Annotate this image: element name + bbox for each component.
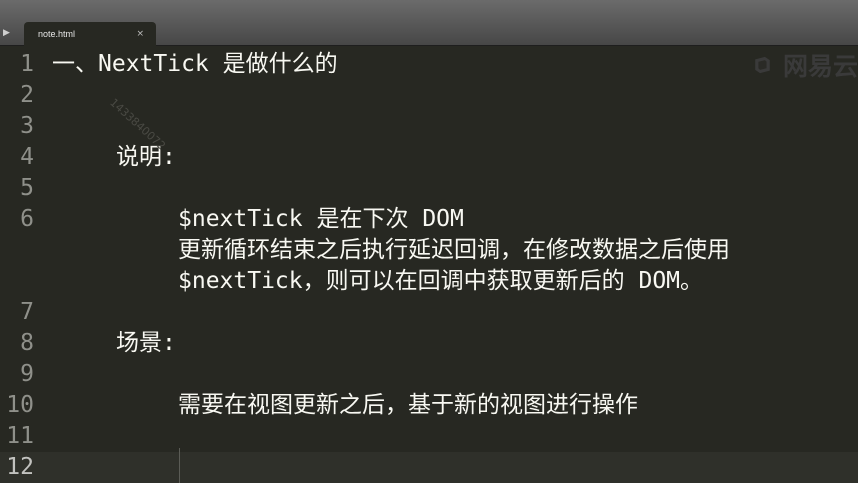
line-number: 9 [20, 361, 34, 387]
code-line-scenario: 场景: [116, 330, 176, 356]
line-number: 5 [20, 175, 34, 201]
tab-note-html[interactable]: note.html × [24, 22, 156, 46]
line-number: 10 [6, 392, 34, 418]
line-number: 8 [20, 330, 34, 356]
line-number: 6 [20, 206, 34, 232]
cloud-logo-icon [755, 56, 770, 74]
tab-scroll-left-icon[interactable]: ▶ [3, 28, 10, 38]
code-line-nexttick-1: $nextTick 是在下次 DOM [178, 206, 464, 232]
line-number: 4 [20, 144, 34, 170]
line-number: 2 [20, 82, 34, 108]
line-number: 3 [20, 113, 34, 139]
line-number: 7 [20, 299, 34, 325]
tab-bar: ▶ note.html × [0, 0, 858, 46]
text-cursor [179, 448, 180, 483]
code-line-heading: 一、NextTick 是做什么的 [52, 51, 338, 77]
code-line-scenario-body: 需要在视图更新之后，基于新的视图进行操作 [178, 392, 638, 418]
line-number: 1 [20, 51, 34, 77]
code-line-nexttick-2: 更新循环结束之后执行延迟回调，在修改数据之后使用 [178, 237, 730, 263]
current-line-highlight [0, 452, 858, 483]
brand-watermark-text: 网易云 [782, 52, 858, 81]
close-icon[interactable]: × [136, 22, 144, 46]
line-number: 11 [6, 423, 34, 449]
code-line-nexttick-3: $nextTick，则可以在回调中获取更新后的 DOM。 [178, 268, 704, 294]
brand-watermark-logo: 网易云 [752, 48, 858, 82]
code-line-description: 说明: [116, 144, 176, 170]
tab-title: note.html [38, 29, 76, 39]
line-number-active: 12 [6, 454, 34, 480]
